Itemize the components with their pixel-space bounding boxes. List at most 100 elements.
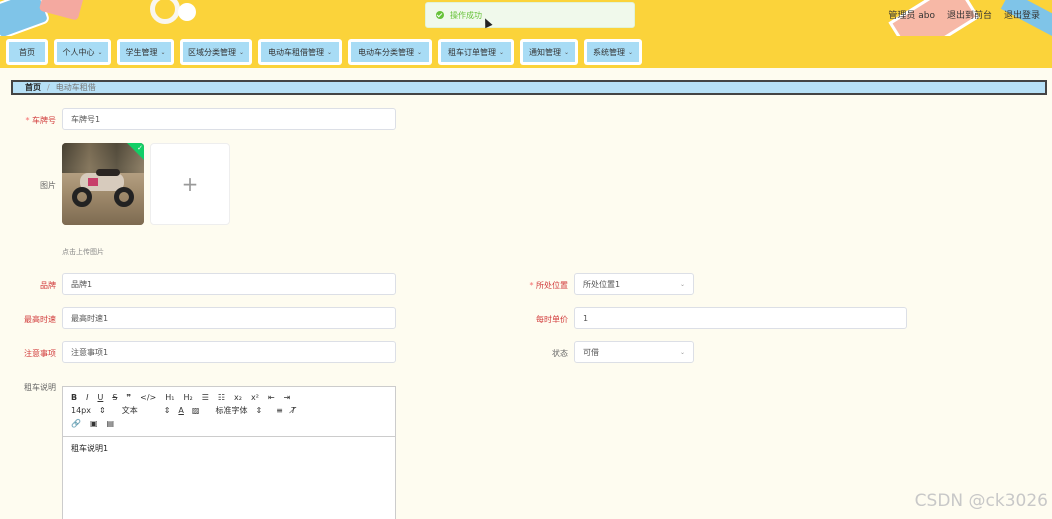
location-label: * 所处位置: [518, 280, 568, 291]
bold-icon[interactable]: B: [71, 393, 77, 402]
admin-user-label: 管理员 abo: [888, 11, 935, 21]
breadcrumb: 首页 / 电动车租借: [11, 80, 1047, 95]
nav-region-category[interactable]: 区域分类管理 ⌄: [180, 39, 252, 65]
code-block-icon[interactable]: </>: [140, 393, 156, 402]
rich-text-editor: B I U S ❞ </> H₁ H₂ ☰ ☷ x₂ x² ⇤ ⇥ 14px ⇕…: [62, 386, 396, 519]
upload-hint: 点击上传图片: [62, 248, 104, 256]
background-color-icon[interactable]: ▨: [192, 406, 200, 415]
plate-label-text: 车牌号: [32, 116, 56, 125]
nav-label: 个人中心: [62, 47, 95, 57]
align-icon[interactable]: ≡: [276, 406, 283, 415]
status-select[interactable]: 可借 ⌄: [574, 341, 694, 363]
clear-format-icon[interactable]: T̸: [291, 406, 296, 415]
chevron-down-icon: ⌄: [326, 48, 333, 56]
chevron-down-icon: ⌄: [679, 349, 685, 356]
chevron-down-icon: ⌄: [160, 48, 166, 56]
editor-toolbar: B I U S ❞ </> H₁ H₂ ☰ ☷ x₂ x² ⇤ ⇥ 14px ⇕…: [63, 387, 395, 437]
nav-ebike-category[interactable]: 电动车分类管理 ⌄: [348, 39, 432, 65]
strikethrough-icon[interactable]: S: [112, 393, 117, 402]
photo-rear-wheel: [114, 187, 134, 207]
text-type-select[interactable]: 文本: [122, 405, 138, 416]
nav-system[interactable]: 系统管理 ⌄: [584, 39, 642, 65]
chevron-down-icon: ⌄: [679, 281, 685, 288]
decoration-headphones: [150, 0, 180, 24]
chevron-down-icon: ⌄: [627, 48, 634, 56]
heading2-button[interactable]: H₂: [183, 393, 192, 402]
ordered-list-icon[interactable]: ☰: [202, 393, 209, 402]
upload-button[interactable]: +: [150, 143, 230, 225]
nav-label: 学生管理: [125, 47, 158, 57]
blockquote-icon[interactable]: ❞: [126, 393, 131, 402]
toast-message: 操作成功: [450, 10, 482, 20]
check-icon: ✓: [137, 144, 143, 152]
breadcrumb-home[interactable]: 首页: [25, 82, 41, 93]
status-label: 状态: [552, 349, 568, 358]
chevron-down-icon: ⌄: [416, 48, 423, 56]
price-label: 每时单价: [536, 315, 568, 324]
nav-label: 电动车租借管理: [267, 47, 324, 57]
plate-input[interactable]: 车牌号1: [62, 108, 396, 130]
subscript-button[interactable]: x₂: [234, 393, 242, 402]
top-nav: 首页 个人中心 ⌄ 学生管理 ⌄ 区域分类管理 ⌄ 电动车租借管理 ⌄ 电动车分类管理 ⌄…: [0, 36, 1052, 68]
indent-icon[interactable]: ⇥: [284, 393, 291, 402]
nav-notifications[interactable]: 通知管理 ⌄: [520, 39, 578, 65]
nav-home[interactable]: 首页: [6, 39, 48, 65]
nav-rental-orders[interactable]: 租车订单管理 ⌄: [438, 39, 514, 65]
bullet-list-icon[interactable]: ☷: [218, 393, 225, 402]
image-icon[interactable]: ▣: [90, 419, 98, 428]
text-type-arrows-icon: ⇕: [163, 406, 171, 415]
notes-label: 注意事项: [24, 349, 56, 358]
nav-personal-center[interactable]: 个人中心 ⌄: [54, 39, 111, 65]
italic-icon[interactable]: I: [86, 393, 88, 402]
font-family-arrows-icon: ⇕: [255, 406, 263, 415]
location-label-text: 所处位置: [536, 281, 568, 290]
font-family-select[interactable]: 标准字体: [215, 405, 247, 416]
speed-label: 最高时速: [24, 315, 56, 324]
chevron-down-icon: ⌄: [97, 48, 103, 56]
uploaded-ebike-photo[interactable]: ✓: [62, 143, 144, 225]
nav-label: 首页: [19, 47, 35, 57]
chevron-down-icon: ⌄: [238, 48, 245, 56]
user-info: 管理员 abo 退出到前台 退出登录: [888, 8, 1040, 21]
plus-icon: +: [181, 172, 199, 196]
photo-front-wheel: [72, 187, 92, 207]
outdent-icon[interactable]: ⇤: [268, 393, 275, 402]
speed-input[interactable]: 最高时速1: [62, 307, 396, 329]
price-input[interactable]: 1: [574, 307, 907, 329]
description-label: 租车说明: [24, 383, 56, 392]
font-color-icon[interactable]: A: [178, 406, 183, 415]
chevron-down-icon: ⌄: [498, 48, 505, 56]
plate-label: * 车牌号: [6, 115, 56, 126]
breadcrumb-separator: /: [47, 83, 50, 92]
link-icon[interactable]: 🔗: [71, 419, 81, 428]
status-select-value: 可借: [583, 347, 599, 357]
notes-input[interactable]: 注意事项1: [62, 341, 396, 363]
decoration-earbud: [178, 3, 196, 21]
nav-students[interactable]: 学生管理 ⌄: [117, 39, 174, 65]
success-check-icon: [436, 11, 444, 19]
font-size-select[interactable]: 14px: [71, 406, 91, 415]
video-icon[interactable]: ▤: [107, 419, 115, 428]
photo-bike-seat: [96, 169, 120, 176]
chevron-down-icon: ⌄: [563, 48, 570, 56]
csdn-watermark: CSDN @ck3026: [914, 491, 1048, 511]
editor-content[interactable]: 租车说明1: [63, 437, 395, 460]
photo-bike-accent: [88, 178, 98, 186]
brand-label: 品牌: [40, 281, 56, 290]
nav-ebike-rental[interactable]: 电动车租借管理 ⌄: [258, 39, 342, 65]
logout-link[interactable]: 退出登录: [1004, 8, 1040, 21]
superscript-button[interactable]: x²: [251, 393, 259, 402]
heading1-button[interactable]: H₁: [165, 393, 174, 402]
location-select[interactable]: 所处位置1 ⌄: [574, 273, 694, 295]
nav-label: 通知管理: [528, 47, 561, 57]
nav-label: 电动车分类管理: [357, 47, 414, 57]
nav-label: 区域分类管理: [187, 47, 236, 57]
image-label: 图片: [40, 181, 56, 190]
brand-input[interactable]: 品牌1: [62, 273, 396, 295]
location-select-value: 所处位置1: [583, 279, 621, 289]
underline-icon[interactable]: U: [97, 393, 103, 402]
success-toast: 操作成功: [425, 2, 635, 28]
nav-label: 租车订单管理: [447, 47, 496, 57]
font-size-arrows-icon: ⇕: [99, 406, 106, 415]
to-front-link[interactable]: 退出到前台: [947, 8, 992, 21]
